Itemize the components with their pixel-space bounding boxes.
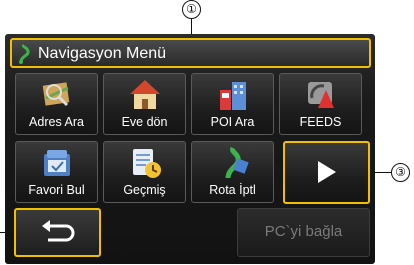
callout-3: ③ bbox=[391, 163, 410, 182]
play-next-icon bbox=[318, 161, 336, 183]
page-title: Navigasyon Menü bbox=[38, 45, 167, 62]
map-search-icon bbox=[42, 82, 70, 107]
next-page-button[interactable] bbox=[283, 141, 370, 204]
back-button[interactable] bbox=[14, 208, 101, 257]
menu-item-label: Adres Ara bbox=[29, 115, 84, 129]
menu-item-rota-iptl[interactable]: Rota İptl bbox=[191, 141, 274, 203]
menu-item-favori-bul[interactable]: Favori Bul bbox=[15, 141, 98, 203]
feeds-icon bbox=[308, 82, 334, 108]
menu-item-label: FEEDS bbox=[299, 115, 342, 129]
title-bar: Navigasyon Menü bbox=[10, 38, 371, 68]
poi-city-icon bbox=[220, 82, 246, 110]
cancel-route-icon bbox=[225, 146, 249, 179]
pc-connect-label: PC`yi bağla bbox=[264, 223, 343, 240]
menu-item-poi-ara[interactable]: POI Ara bbox=[191, 73, 274, 135]
callout-1: ① bbox=[182, 0, 201, 19]
menu-item-label: Rota İptl bbox=[209, 183, 256, 197]
menu-item-gecmis[interactable]: Geçmiş bbox=[103, 141, 186, 203]
menu-item-label: Favori Bul bbox=[28, 183, 85, 197]
favorites-icon bbox=[44, 150, 70, 176]
history-icon bbox=[133, 149, 161, 178]
back-arrow-icon bbox=[42, 220, 75, 242]
pc-connect-button: PC`yi bağla bbox=[237, 208, 370, 257]
menu-item-eve-don[interactable]: Eve dön bbox=[103, 73, 186, 135]
menu-item-feeds[interactable]: FEEDS bbox=[279, 73, 362, 135]
menu-item-adres-ara[interactable]: Adres Ara bbox=[15, 73, 98, 135]
route-icon bbox=[19, 44, 30, 64]
menu-item-label: Geçmiş bbox=[123, 183, 166, 197]
menu-item-label: Eve dön bbox=[121, 115, 168, 129]
menu-item-label: POI Ara bbox=[210, 115, 255, 129]
home-icon bbox=[130, 80, 160, 109]
